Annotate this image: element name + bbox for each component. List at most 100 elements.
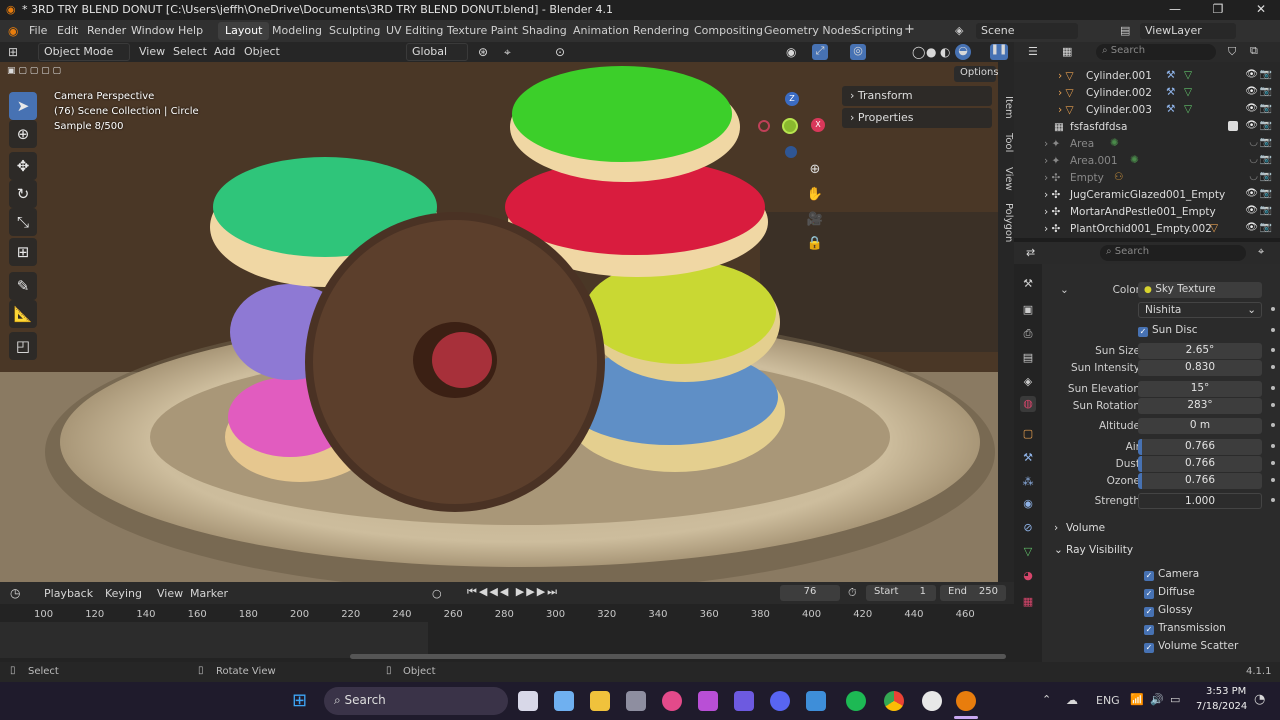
properties-editor[interactable]: ⇄ ⌕ Search ⌖ ⚒ ▣ ⎙ ▤ ◈ ◍ ▢ ⚒ ⁂ ◉ ⊘ ▽ ◕ ▦… — [1014, 242, 1280, 662]
tab-item[interactable]: Item — [998, 92, 1014, 122]
camera-icon[interactable]: 📷 — [1260, 103, 1272, 114]
exclude-checkbox[interactable] — [1228, 121, 1238, 131]
select-tool-icon[interactable]: ➤ — [9, 92, 37, 120]
physics-tab-icon[interactable]: ◉ — [1020, 496, 1036, 512]
data-tab-icon[interactable]: ▽ — [1020, 544, 1036, 560]
eye-icon[interactable]: 👁 — [1245, 86, 1258, 97]
properties-editor-icon[interactable]: ⇄ — [1026, 246, 1035, 259]
property-value-field[interactable]: 2.65° — [1138, 343, 1262, 359]
tab-polygon[interactable]: Polygon — [998, 202, 1014, 244]
file-explorer-icon[interactable] — [590, 691, 610, 711]
select-mode-icons[interactable]: ▣ ▢ ▢ ▢ ▢ — [7, 66, 89, 80]
outliner-item[interactable]: › ▽ Cylinder.003 ⚒ ▽ 👁 📷 — [1014, 102, 1280, 119]
visibility-icon[interactable]: ◉ — [786, 45, 796, 59]
tab-shading[interactable]: Shading — [515, 22, 574, 40]
camera-view-icon[interactable]: 🎥 — [806, 212, 824, 230]
object-tab-icon[interactable]: ▢ — [1020, 426, 1036, 442]
current-frame-field[interactable]: 76 — [780, 585, 840, 601]
orientation-dropdown[interactable]: Global — [406, 43, 468, 61]
keyframe-dot[interactable] — [1271, 386, 1275, 390]
annotate-tool-icon[interactable]: ✎ — [9, 272, 37, 300]
editor-type-icon[interactable]: ⊞ — [8, 45, 18, 59]
gizmo-y-axis[interactable] — [782, 118, 798, 134]
windows-start-icon[interactable]: ⊞ — [292, 691, 312, 711]
camera-icon[interactable]: 📷 — [1260, 120, 1272, 131]
tab-modeling[interactable]: Modeling — [265, 22, 329, 40]
snap-icon[interactable]: ⌖ — [504, 45, 511, 60]
outliner-item[interactable]: › ▽ Cylinder.001 ⚒ ▽ 👁 📷 — [1014, 68, 1280, 85]
tab-layout[interactable]: Layout — [218, 22, 270, 40]
keyframe-dot[interactable] — [1271, 478, 1275, 482]
property-value-field[interactable]: 0 m — [1138, 418, 1262, 434]
overlay-toggle-icon[interactable]: ◎ — [850, 44, 866, 60]
eye-icon[interactable]: 👁 — [1245, 188, 1258, 199]
display-mode-icon[interactable]: ▦ — [1062, 45, 1072, 58]
chrome-icon[interactable] — [884, 691, 904, 711]
clock-time[interactable]: 3:53 PM — [1206, 686, 1246, 697]
outliner-item[interactable]: › ▽ Cylinder.002 ⚒ ▽ 👁 📷 — [1014, 85, 1280, 102]
sky-type-dropdown[interactable]: Nishita ⌄ — [1138, 302, 1262, 318]
pause-render-icon[interactable]: ❚❚ — [990, 44, 1008, 60]
solid-shading-icon[interactable]: ● — [926, 45, 936, 59]
keyframe-dot[interactable] — [1271, 498, 1275, 502]
notification-icon[interactable]: ◔ — [1254, 692, 1265, 707]
chevron-up-icon[interactable]: ⌃ — [1042, 693, 1051, 706]
eye-icon[interactable]: 👁 — [1245, 69, 1258, 80]
camera-icon[interactable]: 📷 — [1260, 137, 1272, 148]
proportional-edit-icon[interactable]: ⊙ — [555, 45, 565, 59]
material-shading-icon[interactable]: ◐ — [940, 45, 950, 59]
battery-icon[interactable]: ▭ — [1170, 693, 1180, 706]
gizmo-neg-z-axis[interactable] — [785, 146, 797, 158]
measure-tool-icon[interactable]: 📐 — [9, 300, 37, 328]
scene-tab-icon[interactable]: ◈ — [1020, 374, 1036, 390]
scene-selector[interactable]: Scene — [976, 23, 1078, 39]
property-value-field[interactable]: 283° — [1138, 398, 1262, 414]
ray-checkbox[interactable]: ✓ Camera — [1144, 568, 1199, 581]
onedrive-icon[interactable]: ☁ — [1066, 693, 1078, 707]
properties-search-input[interactable]: ⌕ Search — [1100, 245, 1246, 261]
menu-select[interactable]: Select — [173, 45, 207, 58]
cursor-tool-icon[interactable]: ⊕ — [9, 120, 37, 148]
eye-icon[interactable]: 👁 — [1245, 120, 1258, 131]
playback-controls[interactable]: ⏮◀◀◀ ▶▶▶⏭ — [467, 585, 567, 601]
timeline-editor-icon[interactable]: ◷ — [10, 586, 20, 600]
new-collection-icon[interactable]: ⧉ — [1250, 44, 1258, 58]
outliner-search-input[interactable]: ⌕ Search — [1096, 44, 1216, 60]
settings-icon[interactable] — [626, 691, 646, 711]
menu-window[interactable]: Window — [131, 24, 174, 37]
camera-icon[interactable]: 📷 — [1260, 69, 1272, 80]
outliner-item[interactable]: › ✣ MortarAndPestle001_Empty 👁 📷 — [1014, 204, 1280, 221]
playback-menu[interactable]: Playback — [44, 587, 93, 600]
options-button[interactable]: Options — [954, 66, 998, 82]
menu-edit[interactable]: Edit — [57, 24, 78, 37]
camera-icon[interactable]: 📷 — [1260, 86, 1272, 97]
pin-icon[interactable]: ⌖ — [1258, 245, 1264, 259]
move-tool-icon[interactable]: ✥ — [9, 152, 37, 180]
wifi-icon[interactable]: 📶 — [1130, 693, 1144, 706]
menu-render[interactable]: Render — [87, 24, 126, 37]
outliner-item[interactable]: › ✦ Area.001 ✺ ◡ 📷 — [1014, 153, 1280, 170]
ray-visibility-item[interactable]: ✓ Transmission — [1044, 621, 1280, 638]
outliner-item[interactable]: ▦ fsfasfdfdsa 👁 📷 — [1014, 119, 1280, 136]
eye-closed-icon[interactable]: ◡ — [1249, 171, 1258, 182]
stopwatch-icon[interactable]: ⏱ — [848, 586, 857, 600]
gizmo-z-axis[interactable]: Z — [785, 92, 799, 106]
pan-hand-icon[interactable]: ✋ — [806, 187, 824, 205]
outliner-editor-icon[interactable]: ☰ — [1028, 45, 1038, 58]
ray-checkbox[interactable]: ✓ Transmission — [1144, 622, 1226, 635]
filter-icon[interactable]: ⛉ — [1228, 45, 1236, 59]
ray-checkbox[interactable]: ✓ Volume Scatter — [1144, 640, 1238, 653]
pivot-icon[interactable]: ⊛ — [478, 45, 488, 59]
taskbar-search[interactable]: ⌕ Search — [324, 687, 508, 715]
tab-scripting[interactable]: Scripting — [847, 22, 910, 40]
menu-object[interactable]: Object — [244, 45, 280, 58]
particles-tab-icon[interactable]: ⁂ — [1020, 474, 1036, 490]
ray-visibility-panel[interactable]: ⌄ Ray Visibility — [1044, 542, 1280, 560]
ray-visibility-item[interactable]: ✓ Volume Scatter — [1044, 639, 1280, 656]
close-button[interactable]: ✕ — [1246, 2, 1276, 16]
app-icon-4[interactable] — [922, 691, 942, 711]
app-icon-3[interactable] — [734, 691, 754, 711]
menu-view[interactable]: View — [139, 45, 165, 58]
add-workspace-button[interactable]: + — [904, 22, 915, 37]
spotify-icon[interactable] — [846, 691, 866, 711]
